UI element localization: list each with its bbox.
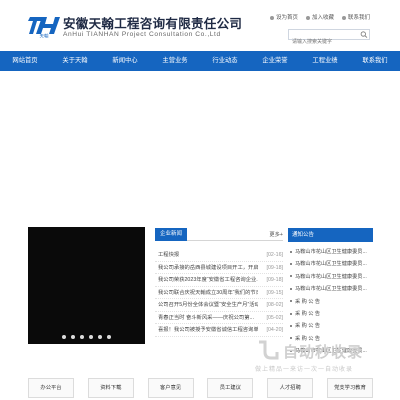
logo-text: 天翰 bbox=[40, 33, 49, 39]
nav-industry[interactable]: 行业动态 bbox=[200, 51, 250, 71]
news-more-link[interactable]: 更多+ bbox=[269, 230, 283, 238]
nav-news[interactable]: 新闻中心 bbox=[100, 51, 150, 71]
company-name-en: AnHui TIANHAN Project Consultation Co.,L… bbox=[63, 31, 221, 38]
slider-dot[interactable] bbox=[98, 335, 102, 339]
bullet-icon bbox=[290, 300, 292, 303]
news-item[interactable]: 喜报！我公司被授予安徽省诚信工程咨询单位... [04-20] bbox=[155, 324, 283, 337]
search-icon[interactable] bbox=[360, 31, 368, 38]
notice-item[interactable]: 马鞍山市花山区卫生健康委员... bbox=[288, 271, 373, 283]
news-panel: 企业新闻 更多+ 工程快报 [02-16] 我公司承接的岳西县城建设项目开工，开启… bbox=[155, 228, 283, 337]
search-box bbox=[288, 29, 370, 47]
news-item[interactable]: 我公司联合庆祝天翰成立30周年“我们的节日——... [09-15] bbox=[155, 287, 284, 299]
bullet-icon bbox=[290, 263, 292, 266]
news-item[interactable]: 青春正当时 奋斗新风采——庆祝公司第... [05-02] bbox=[155, 312, 284, 324]
slider-dot[interactable] bbox=[80, 335, 84, 339]
search-input[interactable] bbox=[289, 37, 359, 47]
nav-contact[interactable]: 联系我们 bbox=[350, 51, 400, 71]
slider-dot[interactable] bbox=[62, 335, 66, 339]
company-name: 安徽天翰工程咨询有限责任公司 bbox=[63, 17, 243, 31]
nav-projects[interactable]: 工程业绩 bbox=[300, 51, 350, 71]
quick-party[interactable]: 党支学习教育 bbox=[326, 378, 373, 398]
news-tab[interactable]: 企业新闻 bbox=[155, 228, 187, 241]
news-date: [09-18] bbox=[266, 264, 284, 271]
site-header: 天翰 安徽天翰工程咨询有限责任公司 AnHui TIANHAN Project … bbox=[0, 0, 400, 50]
news-item[interactable]: 工程快报 [02-16] bbox=[155, 249, 283, 262]
notice-item[interactable]: 采 购 公 告 bbox=[288, 320, 373, 332]
quick-download[interactable]: 资料下载 bbox=[87, 378, 134, 398]
company-logo[interactable]: 天翰 bbox=[28, 12, 60, 38]
slider-dots bbox=[28, 335, 145, 339]
news-header: 企业新闻 更多+ bbox=[155, 228, 283, 241]
nav-business[interactable]: 主营业务 bbox=[150, 51, 200, 71]
notice-item[interactable]: 采 购 公 告 bbox=[288, 308, 373, 320]
nav-home[interactable]: 网站首页 bbox=[0, 51, 50, 71]
news-item[interactable]: 公司召开5月份全体会议暨“安全生产月”活动... [08-02] bbox=[155, 299, 283, 312]
bullet-icon bbox=[290, 312, 292, 315]
map-icon bbox=[341, 15, 346, 20]
notice-item[interactable]: 马鞍山市花山区卫生健康委员... bbox=[288, 258, 373, 270]
star-icon bbox=[305, 15, 310, 20]
notice-item[interactable]: 马鞍山市花山区卫生健康委员... bbox=[288, 246, 373, 258]
watermark-subtitle: 做上精品一来访一次一自动收录 bbox=[255, 367, 354, 373]
quick-recruit[interactable]: 人才招聘 bbox=[267, 378, 314, 398]
banner bbox=[0, 71, 400, 221]
news-title: 我公司承接的岳西县城建设项目开工，开启马... bbox=[158, 264, 258, 271]
news-date: [04-20] bbox=[266, 327, 284, 333]
watermark: 自动秒收录 做上精品一来访一次一自动收录 bbox=[255, 338, 385, 378]
bullet-icon bbox=[290, 324, 292, 327]
slider-dot[interactable] bbox=[89, 335, 93, 339]
news-date: [05-02] bbox=[266, 314, 284, 321]
news-title: 我公司联合庆祝天翰成立30周年“我们的节日——... bbox=[158, 289, 258, 296]
bullet-icon bbox=[290, 287, 292, 290]
image-slider[interactable] bbox=[28, 227, 145, 344]
news-title: 喜报！我公司被授予安徽省诚信工程咨询单位... bbox=[158, 327, 258, 333]
news-date: [09-18] bbox=[266, 277, 284, 283]
news-title: 我公司荣获2023年度“安徽省工程咨询企业... bbox=[158, 277, 258, 283]
bullet-icon bbox=[290, 275, 292, 278]
quick-links: 办公平台 资料下载 客户意见 员工建议 人才招聘 党支学习教育 bbox=[28, 378, 373, 398]
set-home-link[interactable]: 设为首页 bbox=[269, 13, 298, 21]
news-item[interactable]: 我公司荣获2023年度“安徽省工程咨询企业... [09-18] bbox=[155, 274, 283, 287]
main-nav: 网站首页 关于天翰 新闻中心 主营业务 行业动态 企业荣誉 工程业绩 联系我们 bbox=[0, 51, 400, 71]
nav-honors[interactable]: 企业荣誉 bbox=[250, 51, 300, 71]
slider-dot[interactable] bbox=[71, 335, 75, 339]
quick-office[interactable]: 办公平台 bbox=[28, 378, 74, 398]
bullet-icon bbox=[290, 250, 292, 253]
quick-suggestion[interactable]: 员工建议 bbox=[207, 378, 254, 398]
watermark-logo-icon bbox=[259, 340, 279, 360]
notice-item[interactable]: 马鞍山市花山区卫生健康委员... bbox=[288, 283, 373, 295]
watermark-title: 自动秒收录 bbox=[283, 344, 364, 361]
home-icon bbox=[269, 15, 274, 20]
news-item[interactable]: 我公司承接的岳西县城建设项目开工，开启马... [09-18] bbox=[155, 262, 284, 274]
notice-item[interactable]: 采 购 公 告 bbox=[288, 296, 373, 308]
news-title: 工程快报 bbox=[158, 252, 180, 258]
quick-feedback[interactable]: 客户意见 bbox=[147, 378, 194, 398]
news-date: [08-02] bbox=[266, 302, 284, 308]
news-list: 工程快报 [02-16] 我公司承接的岳西县城建设项目开工，开启马... [09-1… bbox=[155, 249, 283, 337]
news-title: 公司召开5月份全体会议暨“安全生产月”活动... bbox=[158, 302, 258, 308]
news-title: 青春正当时 奋斗新风采——庆祝公司第... bbox=[158, 314, 254, 321]
news-date: [09-15] bbox=[266, 289, 284, 296]
add-favorite-link[interactable]: 加入收藏 bbox=[305, 13, 334, 21]
nav-about[interactable]: 关于天翰 bbox=[50, 51, 100, 71]
news-date: [02-16] bbox=[266, 252, 284, 258]
contact-link[interactable]: 联系我们 bbox=[341, 13, 370, 21]
top-links: 设为首页 加入收藏 联系我们 bbox=[269, 13, 370, 21]
slider-dot[interactable] bbox=[107, 335, 111, 339]
notice-title[interactable]: 通知公告 bbox=[288, 228, 373, 242]
